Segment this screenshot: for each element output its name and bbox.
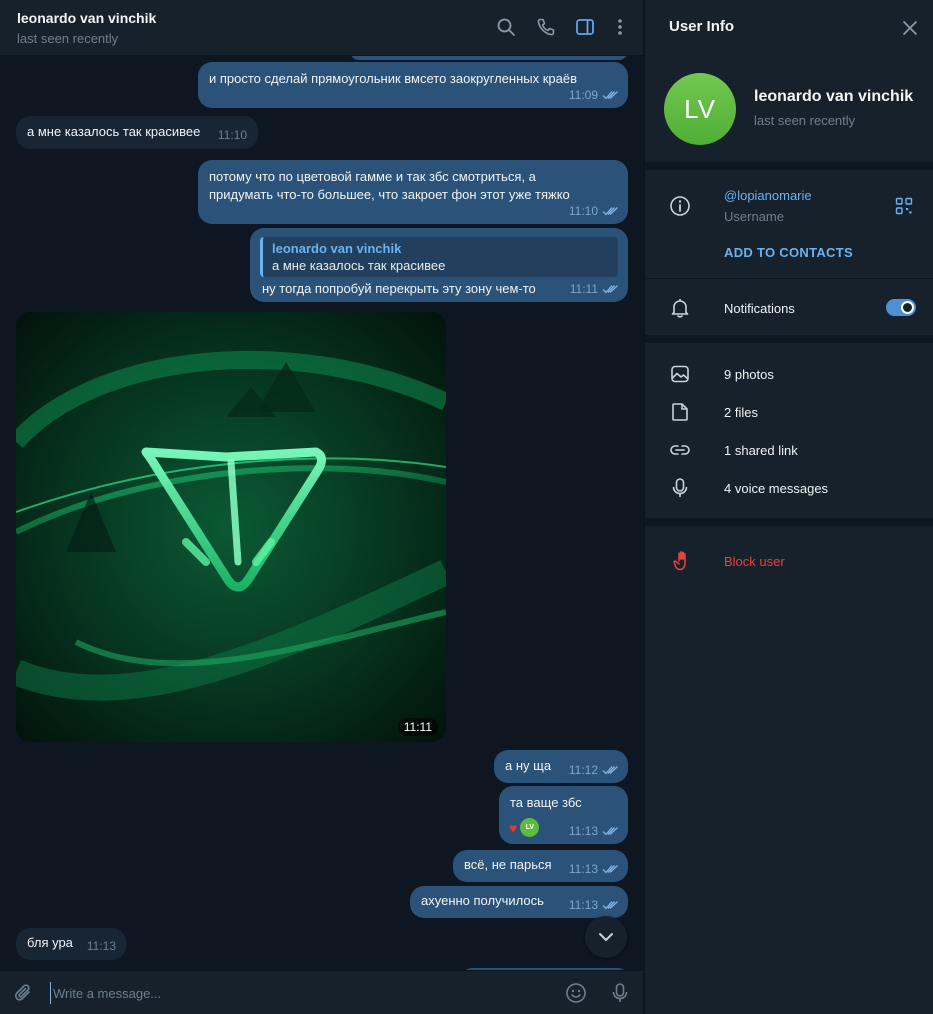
photos-count: 9 photos [724, 367, 774, 382]
user-info-panel: User Info LV leonardo van vinchik last s… [644, 0, 933, 1014]
message-text: а ну ща [505, 758, 552, 773]
sidebar-toggle-icon[interactable] [574, 16, 596, 38]
scroll-down-button[interactable] [585, 916, 627, 958]
shared-links-row[interactable]: 1 shared link [645, 431, 933, 469]
message-time: 11:13 [569, 822, 619, 840]
message-bubble-outgoing[interactable]: ахуенно получилось 11:13 [410, 886, 628, 918]
message-bubble-incoming[interactable]: бля ура 11:13 [16, 928, 126, 960]
message-bubble-outgoing-reply[interactable]: leonardo van vinchik а мне казалось так … [250, 228, 628, 302]
file-icon [668, 400, 692, 424]
message-bubble-outgoing[interactable]: та ваще збс ♥ LV 11:13 [499, 786, 628, 844]
photo-image [16, 312, 446, 742]
notifications-label: Notifications [724, 301, 795, 316]
voice-count: 4 voice messages [724, 481, 829, 496]
section-divider [645, 335, 933, 343]
message-text: и просто сделай прямоугольник вмсето зао… [209, 71, 577, 86]
chat-header: leonardo van vinchik last seen recently [0, 0, 643, 56]
microphone-icon[interactable] [609, 982, 631, 1004]
panel-title: User Info [669, 18, 735, 35]
heart-icon[interactable]: ♥ [509, 820, 517, 836]
links-count: 1 shared link [724, 443, 798, 458]
message-composer [0, 970, 643, 1014]
section-divider [645, 518, 933, 526]
chat-title[interactable]: leonardo van vinchik [17, 10, 156, 26]
notifications-toggle[interactable] [886, 299, 916, 316]
double-check-icon [602, 865, 618, 874]
hand-block-icon [668, 549, 692, 573]
shared-photos-row[interactable]: 9 photos [645, 355, 933, 393]
message-text-line: потому что по цветовой гамме и так збс с… [209, 169, 536, 184]
reaction-row[interactable]: ♥ LV [509, 818, 540, 837]
message-text-line: придумать что-то большее, что закроет фо… [209, 187, 570, 202]
message-list[interactable]: и просто сделай прямоугольник вмсето зао… [0, 56, 643, 970]
block-user-row[interactable]: Block user [645, 542, 933, 580]
section-divider [645, 162, 933, 170]
photo-message[interactable]: 11:11 [16, 312, 446, 742]
message-bubble-outgoing[interactable]: всё, не парься 11:13 [453, 850, 628, 882]
message-text: ахуенно получилось [421, 893, 544, 908]
message-text: ну тогда попробуй перекрыть эту зону чем… [262, 281, 536, 296]
chevron-down-icon [599, 933, 613, 941]
reply-text: а мне казалось так красивее [272, 258, 446, 273]
message-time: 11:11 [570, 280, 619, 298]
emoji-icon[interactable] [565, 982, 587, 1004]
toggle-knob [901, 301, 914, 314]
voice-messages-row[interactable]: 4 voice messages [645, 469, 933, 507]
profile-status: last seen recently [754, 113, 856, 128]
close-icon[interactable] [899, 17, 921, 39]
block-user-label: Block user [724, 554, 785, 569]
phone-icon[interactable] [535, 16, 557, 38]
paperclip-icon[interactable] [13, 982, 35, 1004]
double-check-icon [602, 766, 618, 775]
message-time: 11:13 [569, 860, 619, 878]
microphone-icon [668, 476, 692, 500]
divider [645, 278, 933, 279]
image-icon [668, 362, 692, 386]
message-bubble-outgoing[interactable]: и просто сделай прямоугольник вмсето зао… [198, 62, 628, 108]
message-bubble-outgoing[interactable]: а ну ща 11:12 [494, 750, 628, 783]
qr-code-icon[interactable] [895, 197, 913, 215]
link-icon [668, 438, 692, 462]
message-time: 11:10 [569, 202, 619, 220]
double-check-icon [602, 91, 618, 100]
message-bubble-incoming[interactable]: а мне казалось так красивее 11:10 [16, 116, 258, 149]
reply-quote[interactable]: leonardo van vinchik а мне казалось так … [260, 237, 618, 277]
message-text: а мне казалось так красивее [27, 124, 201, 139]
add-to-contacts-button[interactable]: ADD TO CONTACTS [724, 245, 853, 260]
message-time: 11:09 [569, 86, 619, 104]
profile-name: leonardo van vinchik [754, 88, 914, 105]
shared-files-row[interactable]: 2 files [645, 393, 933, 431]
search-icon[interactable] [495, 16, 517, 38]
message-time: 11:12 [569, 761, 619, 779]
avatar[interactable]: LV [664, 73, 736, 145]
chat-status: last seen recently [17, 31, 119, 46]
message-bubble-partial [350, 56, 628, 60]
files-count: 2 files [724, 405, 758, 420]
reply-author: leonardo van vinchik [272, 241, 402, 256]
reaction-avatar: LV [520, 818, 540, 837]
chat-window: leonardo van vinchik last seen recently … [0, 0, 643, 1014]
double-check-icon [602, 285, 618, 294]
double-check-icon [602, 827, 618, 836]
message-bubble-outgoing[interactable]: потому что по цветовой гамме и так збс с… [198, 160, 628, 224]
double-check-icon [602, 901, 618, 910]
message-time: 11:13 [86, 939, 116, 953]
more-vertical-icon[interactable] [609, 16, 631, 38]
info-icon [668, 194, 692, 218]
message-time: 11:13 [569, 896, 619, 914]
bell-icon [668, 296, 692, 320]
message-text: бля ура [27, 935, 73, 950]
message-time: 11:10 [217, 128, 247, 142]
message-text: всё, не парься [464, 857, 552, 872]
double-check-icon [602, 207, 618, 216]
message-input[interactable] [50, 982, 530, 1004]
username-value[interactable]: @lopianomarie [724, 188, 812, 203]
photo-time: 11:11 [397, 718, 438, 736]
message-text: та ваще збс [510, 795, 582, 810]
username-label: Username [724, 209, 784, 224]
